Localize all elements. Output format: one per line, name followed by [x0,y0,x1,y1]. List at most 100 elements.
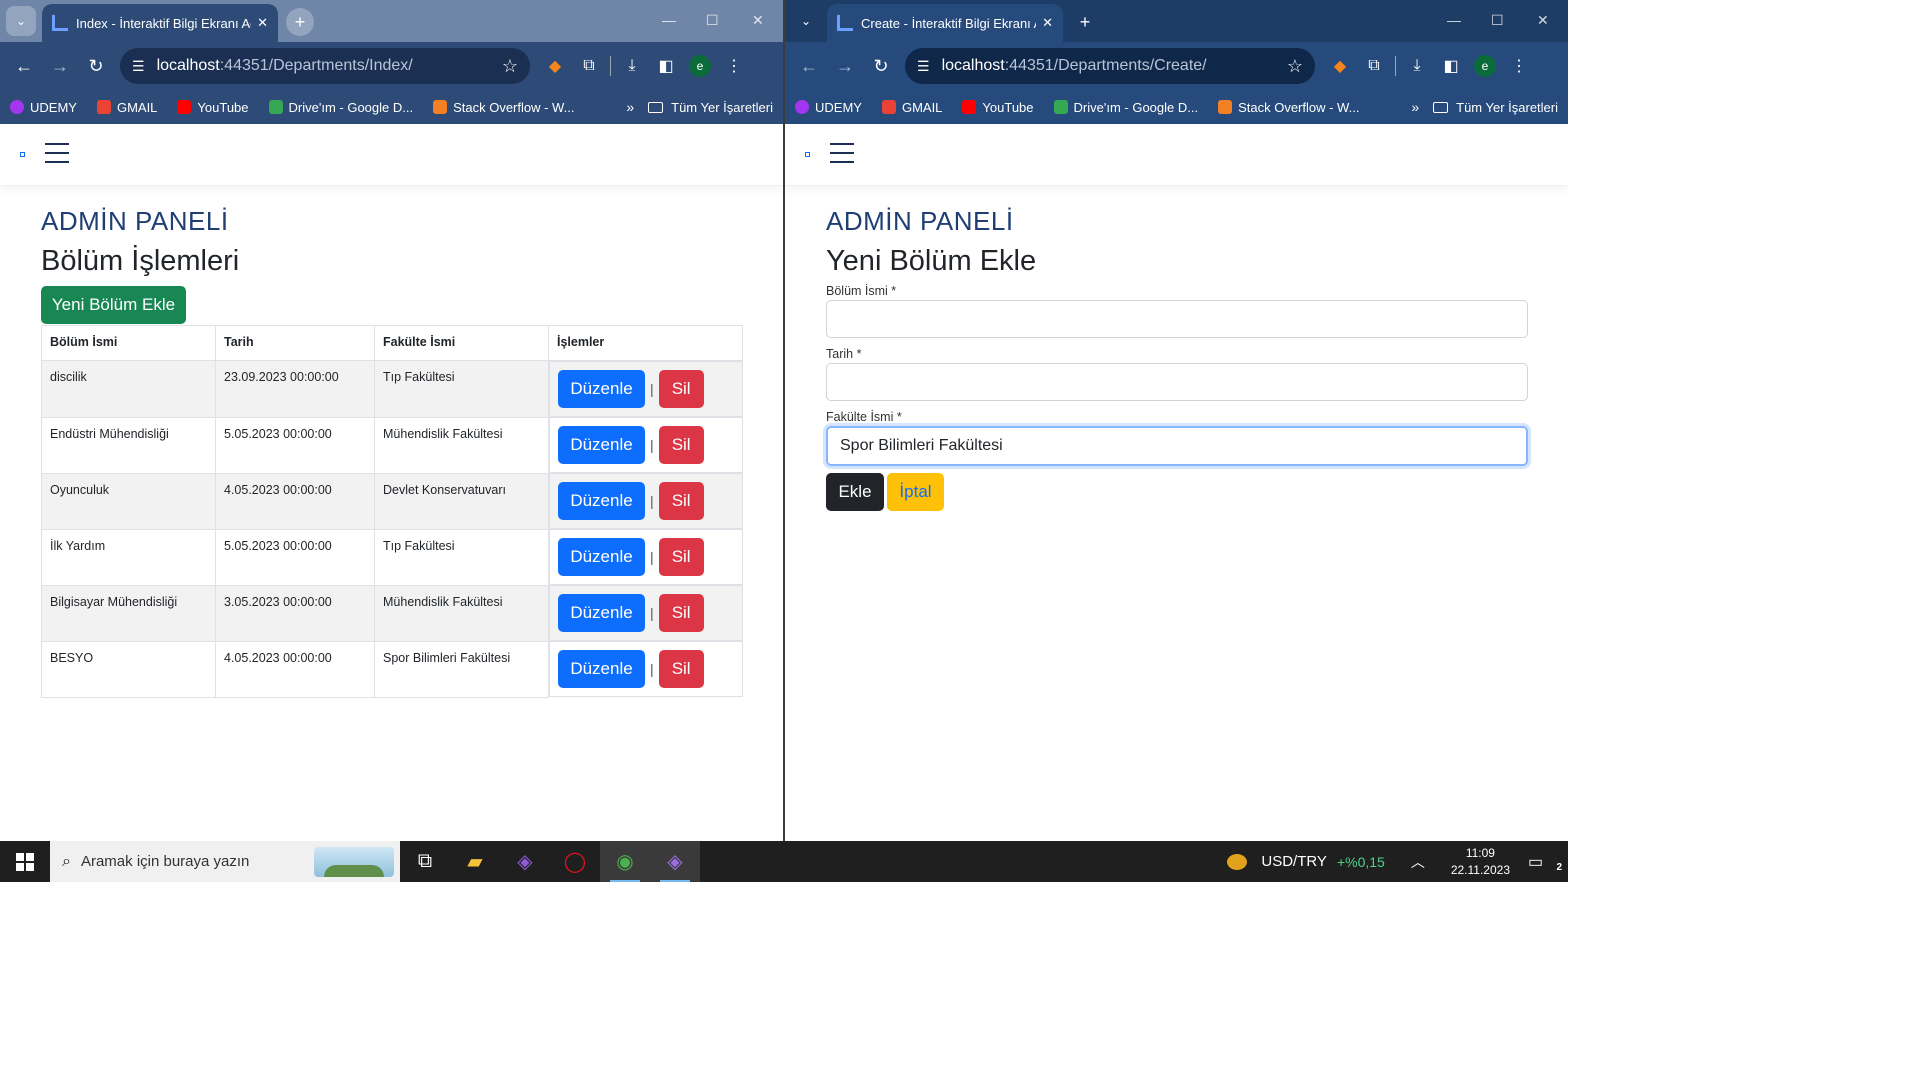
edit-button[interactable]: Düzenle [558,426,645,464]
delete-button[interactable]: Sil [658,650,704,688]
all-bookmarks-folder[interactable]: Tüm Yer İşaretleri [648,100,773,115]
close-window-icon[interactable]: ✕ [1537,12,1549,29]
visual-studio-icon[interactable]: ◈ [500,841,550,882]
site-info-icon[interactable]: ☰ [132,58,145,75]
brand-logo[interactable] [20,152,25,157]
maximize-icon[interactable]: ☐ [1491,12,1504,29]
bookmark-star-icon[interactable]: ☆ [502,56,518,77]
visual-studio-icon-2[interactable]: ◈ [650,841,700,882]
task-view-icon[interactable]: ⧉ [400,841,450,882]
delete-button[interactable]: Sil [658,426,704,464]
minimize-icon[interactable]: — [662,12,676,28]
site-info-icon[interactable]: ☰ [917,58,930,75]
file-explorer-icon[interactable]: ▰ [450,841,500,882]
tab-close-icon[interactable]: ✕ [257,15,268,31]
more-bookmarks-icon[interactable]: » [1411,99,1419,115]
metamask-extension-icon[interactable]: ◆ [1323,50,1357,82]
cancel-button[interactable]: İptal [887,473,944,511]
browser-menu-icon[interactable]: ⋮ [717,50,751,82]
hamburger-menu-icon[interactable] [830,143,854,165]
date-input[interactable] [826,363,1528,401]
reload-icon[interactable]: ↻ [80,50,112,82]
browser-menu-icon[interactable]: ⋮ [1502,50,1536,82]
edit-button[interactable]: Düzenle [558,482,645,520]
department-name-cell: BESYO [41,640,216,698]
back-icon[interactable]: ← [793,50,825,82]
download-icon[interactable]: ⤓ [615,50,649,82]
back-icon[interactable]: ← [8,50,40,82]
action-separator: | [650,381,654,397]
faculty-cell: Tıp Fakültesi [374,360,549,418]
currency-widget-icon[interactable] [1227,853,1248,870]
bookmark-udemy[interactable]: UDEMY [10,100,77,115]
stackoverflow-icon [433,100,448,114]
browser-tab-create[interactable]: Create - İnteraktif Bilgi Ekranı A ✕ [827,4,1063,42]
page-title: Yeni Bölüm Ekle [826,245,1037,277]
download-icon[interactable]: ⤓ [1400,50,1434,82]
reload-icon[interactable]: ↻ [865,50,897,82]
hamburger-menu-icon[interactable] [45,143,69,165]
clock[interactable]: 11:09 22.11.2023 [1451,845,1510,879]
notification-center-icon[interactable]: ▭ 2 [1528,852,1568,873]
close-window-icon[interactable]: ✕ [752,12,764,29]
add-department-button[interactable]: Yeni Bölüm Ekle [41,286,186,324]
edit-button[interactable]: Düzenle [558,538,645,576]
address-bar[interactable]: ☰ localhost:44351/Departments/Create/ ☆ [905,48,1315,84]
delete-button[interactable]: Sil [658,538,704,576]
fx-pair[interactable]: USD/TRY [1261,853,1327,870]
action-separator: | [650,605,654,621]
tab-search-chevron-icon[interactable]: ⌄ [791,6,821,36]
start-button[interactable] [0,841,50,882]
bookmark-udemy[interactable]: UDEMY [795,100,862,115]
maximize-icon[interactable]: ☐ [706,12,719,29]
faculty-select[interactable]: Spor Bilimleri Fakültesi [826,426,1528,466]
delete-button[interactable]: Sil [658,594,704,632]
bookmark-drive[interactable]: Drive'ım - Google D... [1053,100,1198,115]
site-favicon-icon [837,15,853,31]
extensions-puzzle-icon[interactable]: ⧉ [1357,50,1391,82]
delete-button[interactable]: Sil [658,482,704,520]
faculty-cell: Devlet Konservatuvarı [374,472,549,530]
more-bookmarks-icon[interactable]: » [626,99,634,115]
column-header: Bölüm İsmi [41,325,216,361]
date-cell: 3.05.2023 00:00:00 [215,584,375,642]
side-panel-icon[interactable]: ◧ [1434,50,1468,82]
side-panel-icon[interactable]: ◧ [649,50,683,82]
minimize-icon[interactable]: — [1447,12,1461,28]
metamask-extension-icon[interactable]: ◆ [538,50,572,82]
taskbar-search-box[interactable]: ⌕ Aramak için buraya yazın [50,841,400,882]
browser-tab-index[interactable]: Index - İnteraktif Bilgi Ekranı Ad ✕ [42,4,278,42]
profile-avatar[interactable]: e [1468,50,1502,82]
edit-button[interactable]: Düzenle [558,370,645,408]
chrome-icon[interactable]: ◉ [600,841,650,882]
address-bar[interactable]: ☰ localhost:44351/Departments/Index/ ☆ [120,48,530,84]
profile-avatar[interactable]: e [683,50,717,82]
tray-chevron-up-icon[interactable]: ︿ [1411,852,1425,872]
bookmark-gmail[interactable]: GMAIL [881,100,942,115]
extensions-puzzle-icon[interactable]: ⧉ [572,50,606,82]
submit-button[interactable]: Ekle [826,473,884,511]
brand-logo[interactable] [805,152,810,157]
department-name-input[interactable] [826,300,1528,338]
bookmark-youtube[interactable]: YouTube [177,100,249,115]
departments-table: Bölüm İsmi Tarih Fakülte İsmi İşlemler d… [41,325,743,698]
column-header: İşlemler [548,325,743,361]
new-tab-button[interactable]: + [1071,8,1099,36]
url-text: localhost:44351/Departments/Index/ [156,57,413,74]
all-bookmarks-folder[interactable]: Tüm Yer İşaretleri [1433,100,1558,115]
bookmark-stackoverflow[interactable]: Stack Overflow - W... [1218,100,1359,115]
tab-search-chevron-icon[interactable]: ⌄ [6,6,36,36]
bookmark-star-icon[interactable]: ☆ [1287,56,1303,77]
bookmark-gmail[interactable]: GMAIL [96,100,157,115]
forward-icon[interactable]: → [829,50,861,82]
bookmark-youtube[interactable]: YouTube [962,100,1034,115]
edit-button[interactable]: Düzenle [558,650,645,688]
edit-button[interactable]: Düzenle [558,594,645,632]
new-tab-button[interactable]: + [286,8,314,36]
forward-icon[interactable]: → [44,50,76,82]
delete-button[interactable]: Sil [658,370,704,408]
opera-icon[interactable]: ◯ [550,841,600,882]
tab-close-icon[interactable]: ✕ [1042,15,1053,31]
bookmark-drive[interactable]: Drive'ım - Google D... [268,100,413,115]
bookmark-stackoverflow[interactable]: Stack Overflow - W... [433,100,574,115]
